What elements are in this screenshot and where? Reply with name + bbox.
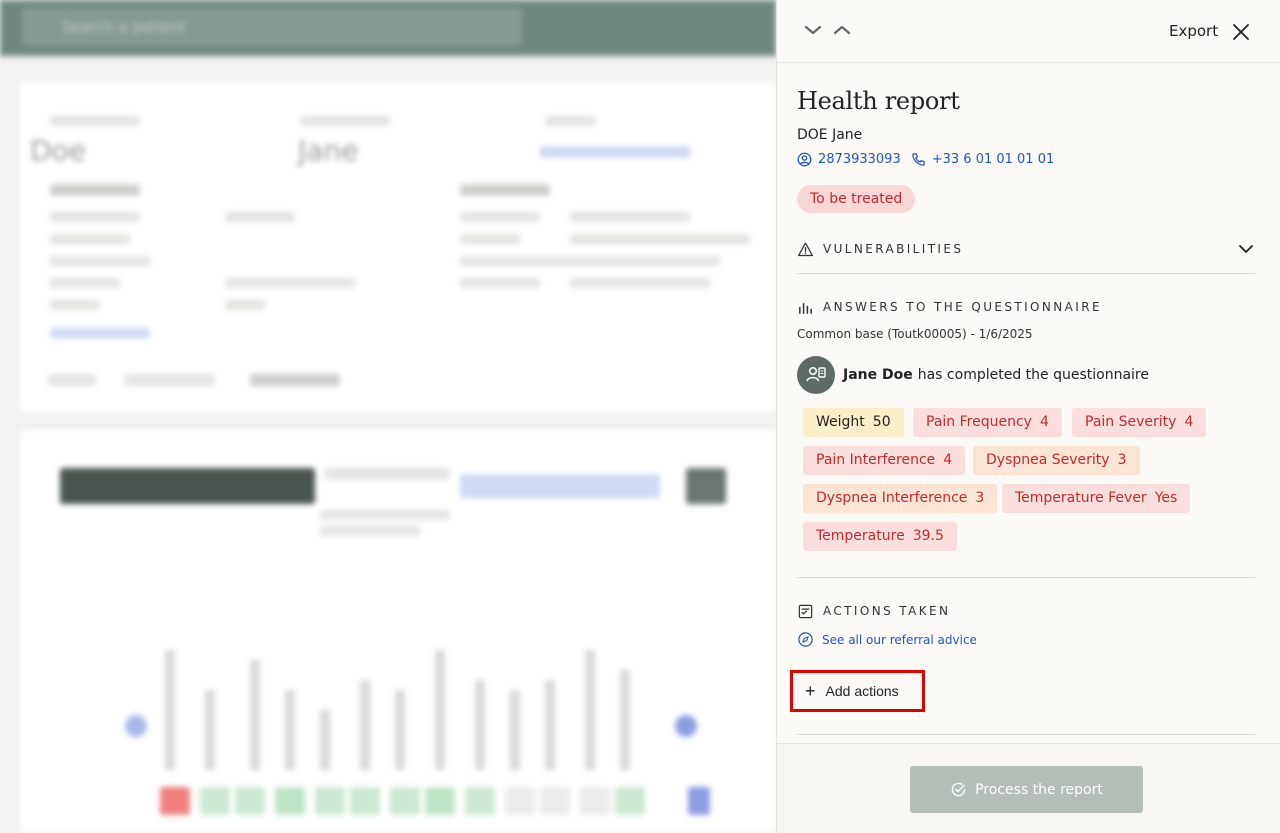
phone-icon xyxy=(911,152,926,167)
checklist-icon xyxy=(797,603,814,620)
warning-icon xyxy=(797,241,814,258)
background-search-placeholder: Search a patient xyxy=(62,18,186,36)
answer-tag-temperature: Temperature 39.5 xyxy=(803,522,957,551)
close-icon[interactable] xyxy=(1231,22,1251,42)
section-divider xyxy=(797,734,1255,735)
patient-id[interactable]: 2873933093 xyxy=(818,152,901,167)
referral-advice-label: See all our referral advice xyxy=(822,632,977,647)
answer-tag-pain-interference: Pain Interference 4 xyxy=(803,446,966,475)
respondent-name: Jane Doe xyxy=(843,367,913,383)
background-search: Search a patient xyxy=(22,8,522,46)
avatar xyxy=(797,356,835,394)
vulnerabilities-title: VULNERABILITIES xyxy=(823,242,964,256)
bar-chart-icon xyxy=(797,299,814,316)
background-app: Search a patient Doe Jane xyxy=(0,0,776,833)
actions-title: ACTIONS TAKEN xyxy=(823,604,951,618)
add-actions-label: Add actions xyxy=(825,683,899,699)
process-report-button[interactable]: Process the report xyxy=(910,766,1143,813)
answers-title: ANSWERS TO THE QUESTIONNAIRE xyxy=(823,300,1102,314)
panel-footer: Process the report xyxy=(777,743,1280,833)
answer-tag-dyspnea-severity: Dyspnea Severity 3 xyxy=(973,446,1140,475)
vulnerabilities-section-header[interactable]: VULNERABILITIES xyxy=(797,240,1255,258)
health-report-panel: Export Health report DOE Jane 2873933093… xyxy=(776,0,1280,833)
chevron-down-icon[interactable] xyxy=(803,20,823,40)
report-title: Health report xyxy=(797,87,960,115)
answer-tag-temperature-fever: Temperature Fever Yes xyxy=(1002,484,1191,513)
patient-name: DOE Jane xyxy=(797,127,863,143)
background-last-name: Doe xyxy=(30,134,86,167)
completed-text: has completed the questionnaire xyxy=(917,367,1149,383)
questionnaire-completed-row: Jane Doe has completed the questionnaire xyxy=(797,356,1149,394)
export-button[interactable]: Export xyxy=(1169,22,1218,40)
background-chart-card xyxy=(20,430,776,833)
answer-tag-weight: Weight 50 xyxy=(803,408,904,437)
background-patient-card: Doe Jane xyxy=(20,82,776,412)
compass-icon xyxy=(797,631,814,648)
add-actions-button[interactable]: + Add actions xyxy=(790,670,925,712)
chevron-down-icon[interactable] xyxy=(1237,240,1255,258)
questionnaire-meta: Common base (Toutk00005) - 1/6/2025 xyxy=(797,327,1033,341)
patient-contact-row: 2873933093 +33 6 01 01 01 01 xyxy=(797,152,1054,167)
section-divider xyxy=(797,273,1255,274)
check-circle-icon xyxy=(950,781,967,798)
referral-advice-link[interactable]: See all our referral advice xyxy=(797,631,977,648)
phone-number[interactable]: +33 6 01 01 01 01 xyxy=(932,152,1055,167)
plus-icon: + xyxy=(805,681,816,701)
chevron-up-icon[interactable] xyxy=(832,20,852,40)
background-first-name: Jane xyxy=(298,134,359,167)
background-topbar: Search a patient xyxy=(0,0,776,56)
section-divider xyxy=(797,577,1255,578)
answer-tag-pain-severity: Pain Severity 4 xyxy=(1072,408,1207,437)
answer-tag-pain-frequency: Pain Frequency 4 xyxy=(913,408,1062,437)
panel-header: Export xyxy=(777,0,1280,63)
actions-section-header: ACTIONS TAKEN xyxy=(797,602,1255,620)
status-badge: To be treated xyxy=(797,185,916,213)
answer-tag-dyspnea-interference: Dyspnea Interference 3 xyxy=(803,484,998,513)
answers-section-header: ANSWERS TO THE QUESTIONNAIRE xyxy=(797,298,1255,316)
process-report-label: Process the report xyxy=(975,781,1103,798)
patient-id-icon xyxy=(797,152,812,167)
